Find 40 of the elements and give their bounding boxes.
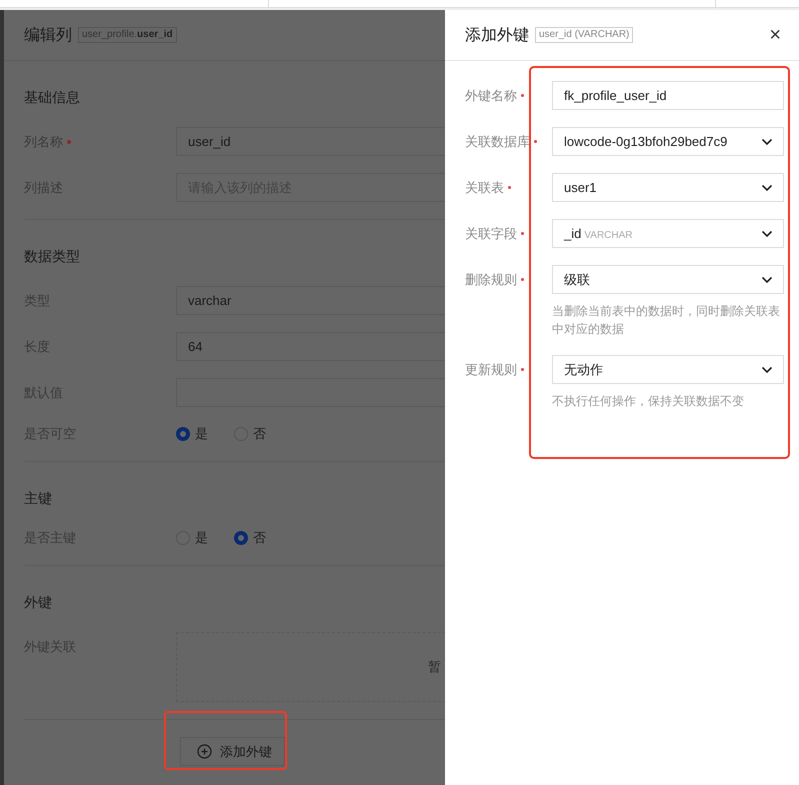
drawer-title: 添加外键 xyxy=(465,26,529,46)
close-button[interactable]: × xyxy=(769,25,781,45)
radio-option[interactable]: 是 xyxy=(176,425,208,443)
text-input[interactable]: varchar xyxy=(176,286,445,315)
field-label: 关联表 xyxy=(465,179,504,197)
section-title: 基础信息 xyxy=(24,88,81,107)
chevron-down-icon xyxy=(761,366,773,374)
select-dropdown[interactable]: 级联 xyxy=(552,265,784,294)
select-dropdown[interactable]: _id VARCHAR xyxy=(552,219,784,248)
field-label: 关联数据库 xyxy=(465,133,530,151)
empty-text: 暂 xyxy=(428,658,441,676)
radio-option[interactable]: 否 xyxy=(234,425,266,443)
section-title: 主键 xyxy=(24,489,53,508)
text-input[interactable]: fk_profile_user_id xyxy=(552,81,784,110)
radio-option[interactable]: 是 xyxy=(176,529,208,547)
select-dropdown[interactable]: 无动作 xyxy=(552,355,784,384)
field-label: 关联字段 xyxy=(465,225,517,243)
help-text: 不执行任何操作，保持关联数据不变 xyxy=(552,393,745,410)
plus-circle-icon xyxy=(197,744,212,759)
panel-title: 编辑列 xyxy=(24,26,72,46)
radio-button[interactable] xyxy=(176,427,190,441)
chevron-down-icon xyxy=(761,276,773,284)
radio-option[interactable]: 否 xyxy=(234,529,266,547)
column-tag: user_id (VARCHAR) xyxy=(535,27,634,43)
text-input[interactable]: user_id xyxy=(176,127,445,156)
text-input[interactable] xyxy=(176,378,445,407)
select-dropdown[interactable]: lowcode-0g13bfoh29bed7c9 xyxy=(552,127,784,156)
help-text: 当删除当前表中的数据时，同时删除关联表中对应的数据 xyxy=(552,303,781,338)
chevron-down-icon xyxy=(761,138,773,146)
section-title: 外键 xyxy=(24,593,53,612)
chevron-down-icon xyxy=(761,184,773,192)
select-dropdown[interactable]: user1 xyxy=(552,173,784,202)
field-label: 删除规则 xyxy=(465,271,517,289)
radio-button[interactable] xyxy=(234,531,248,545)
text-input[interactable]: 64 xyxy=(176,332,445,361)
field-label: 外键名称 xyxy=(465,87,517,105)
add-foreign-key-button[interactable]: 添加外键 xyxy=(180,737,285,766)
chevron-down-icon xyxy=(761,230,773,238)
section-title: 数据类型 xyxy=(24,247,81,266)
field-label: 更新规则 xyxy=(465,361,517,379)
